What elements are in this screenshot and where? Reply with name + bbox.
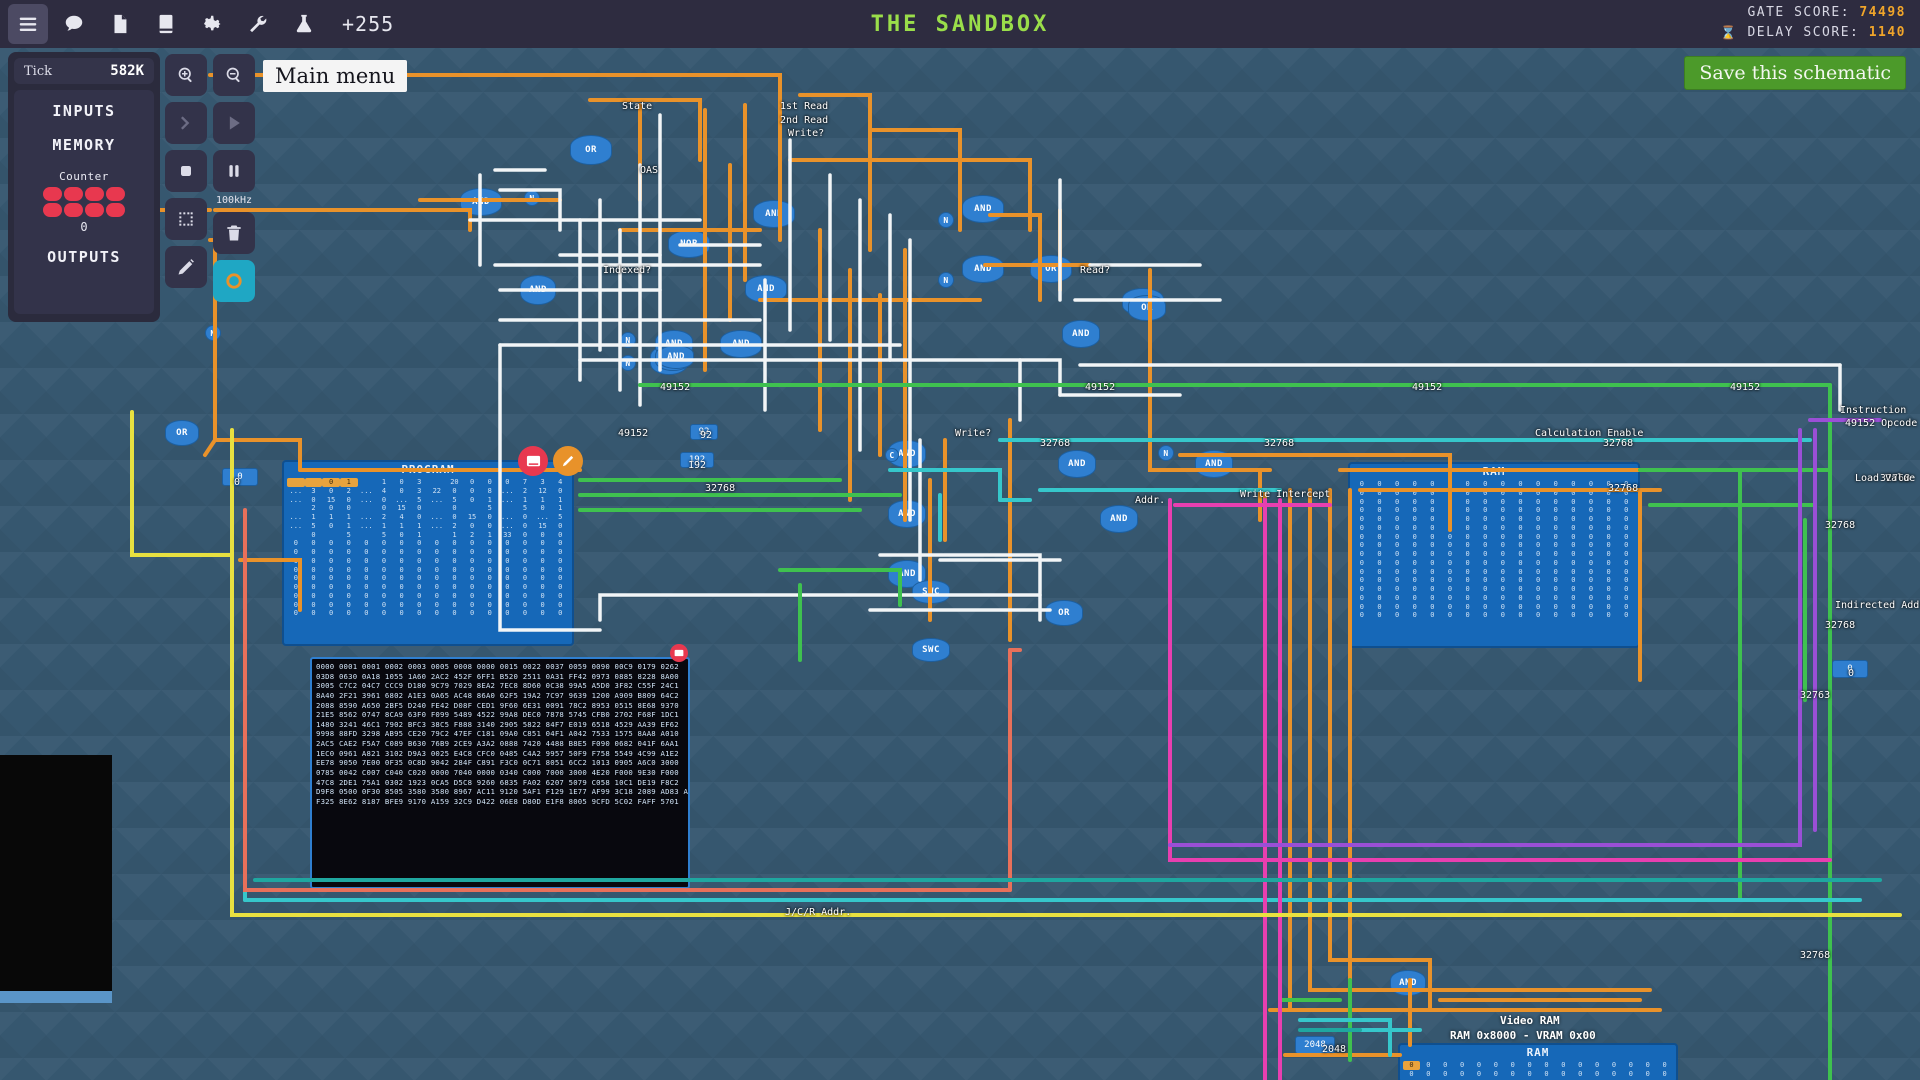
- score-panel: GATE SCORE: 74498 ⌛ DELAY SCORE: 1140: [1720, 3, 1906, 43]
- counter-bit-display[interactable]: [43, 187, 125, 217]
- gate-budget-count: +255: [342, 12, 394, 36]
- circuit-label: 92: [700, 430, 712, 441]
- gear-icon[interactable]: [192, 4, 232, 44]
- circuit-schematic: [0, 0, 1920, 1080]
- wrench-icon[interactable]: [238, 4, 278, 44]
- gate-score-row: GATE SCORE: 74498: [1720, 3, 1906, 23]
- counter-bit[interactable]: [64, 203, 83, 217]
- circuit-label: 1st Read: [780, 101, 828, 112]
- circuit-label: OAS: [640, 165, 658, 176]
- main-menu-tooltip: Main menu: [263, 60, 407, 92]
- circuit-label: 32768: [1800, 950, 1830, 961]
- circuit-label: State: [622, 101, 652, 112]
- gate-score-value: 74498: [1859, 5, 1906, 20]
- circuit-label: 49152: [1085, 382, 1115, 393]
- circuit-label: Instruction: [1840, 405, 1906, 416]
- counter-label: Counter: [59, 170, 109, 183]
- counter-value: 0: [80, 220, 87, 234]
- hamburger-menu-icon[interactable]: [8, 4, 48, 44]
- pause-button[interactable]: 100kHz: [213, 150, 255, 192]
- draw-wire-button[interactable]: [213, 260, 255, 302]
- hexdump-toggle-button[interactable]: [670, 644, 688, 662]
- circuit-label: 32768: [1825, 620, 1855, 631]
- program-edit-button[interactable]: [553, 446, 583, 476]
- program-load-button[interactable]: [518, 446, 548, 476]
- simulation-hud-panel: Tick 582K INPUTS MEMORY Counter 0 OUTPUT…: [8, 52, 160, 322]
- tick-label: Tick: [24, 64, 52, 79]
- flask-icon[interactable]: [284, 4, 324, 44]
- counter-bit[interactable]: [85, 203, 104, 217]
- circuit-label: 0: [234, 477, 240, 488]
- circuit-label: J/C/R Addr.: [785, 907, 851, 918]
- circuit-label: Indirected Addr.: [1835, 600, 1920, 611]
- memory-section-label: MEMORY: [52, 136, 115, 154]
- clock-speed-label: 100kHz: [216, 195, 252, 206]
- circuit-label: 32768: [1264, 438, 1294, 449]
- circuit-label: Addr.: [1135, 495, 1165, 506]
- circuit-label: 192: [688, 460, 706, 471]
- tool-column-right: 100kHz: [213, 54, 255, 308]
- pencil-button[interactable]: [165, 246, 207, 288]
- tick-counter: Tick 582K: [14, 58, 154, 84]
- delay-score-label: DELAY SCORE:: [1747, 25, 1859, 40]
- zoom-out-button[interactable]: [213, 54, 255, 96]
- play-button[interactable]: [213, 102, 255, 144]
- circuit-label: 32768: [705, 483, 735, 494]
- circuit-label: 49152 Opcode: [1845, 418, 1917, 429]
- display-status-bar: [0, 991, 112, 1003]
- counter-bit[interactable]: [85, 187, 104, 201]
- circuit-label: 0: [1848, 668, 1854, 679]
- circuit-label: 32768: [1603, 438, 1633, 449]
- circuit-label: 32768: [1608, 483, 1638, 494]
- tick-value: 582K: [110, 63, 144, 79]
- circuit-label: Write?: [788, 128, 824, 139]
- delete-button[interactable]: [213, 212, 255, 254]
- circuit-label: 49152: [660, 382, 690, 393]
- speech-bubble-icon[interactable]: [54, 4, 94, 44]
- counter-bit[interactable]: [43, 203, 62, 217]
- top-toolbar: +255 THE SANDBOX GATE SCORE: 74498 ⌛ DEL…: [0, 0, 1920, 48]
- circuit-label: Load Value: [1855, 473, 1915, 484]
- circuit-label: 2048: [1322, 1044, 1346, 1055]
- step-button[interactable]: [165, 102, 207, 144]
- circuit-label: 49152: [1412, 382, 1442, 393]
- book-icon[interactable]: [146, 4, 186, 44]
- circuit-label: Indexed?: [603, 265, 651, 276]
- counter-bit[interactable]: [43, 187, 62, 201]
- counter-bit[interactable]: [106, 203, 125, 217]
- circuit-label: Write?: [955, 428, 991, 439]
- delay-score-row: ⌛ DELAY SCORE: 1140: [1720, 23, 1906, 43]
- counter-bit[interactable]: [64, 187, 83, 201]
- save-schematic-button[interactable]: Save this schematic: [1684, 56, 1906, 90]
- counter-bit[interactable]: [106, 187, 125, 201]
- stop-button[interactable]: [165, 150, 207, 192]
- hourglass-icon: ⌛: [1720, 24, 1738, 44]
- video-output-display[interactable]: [0, 755, 112, 1003]
- circuit-label: 32763: [1800, 690, 1830, 701]
- zoom-in-button[interactable]: [165, 54, 207, 96]
- select-button[interactable]: [165, 198, 207, 240]
- circuit-label: 49152: [1730, 382, 1760, 393]
- circuit-label: 32768: [1825, 520, 1855, 531]
- circuit-label: Write Intercept: [1240, 489, 1330, 500]
- circuit-label: 2nd Read: [780, 115, 828, 126]
- delay-score-value: 1140: [1869, 25, 1906, 40]
- circuit-label: 49152: [618, 428, 648, 439]
- tool-column-left: [165, 54, 207, 294]
- document-icon[interactable]: [100, 4, 140, 44]
- outputs-section-label: OUTPUTS: [47, 248, 121, 266]
- sandbox-app: PROGRAM 0110320000734...302...40322008..…: [0, 0, 1920, 1080]
- circuit-label: 32768: [1040, 438, 1070, 449]
- circuit-label: Read?: [1080, 265, 1110, 276]
- gate-score-label: GATE SCORE:: [1747, 5, 1850, 20]
- inputs-section-label: INPUTS: [52, 102, 115, 120]
